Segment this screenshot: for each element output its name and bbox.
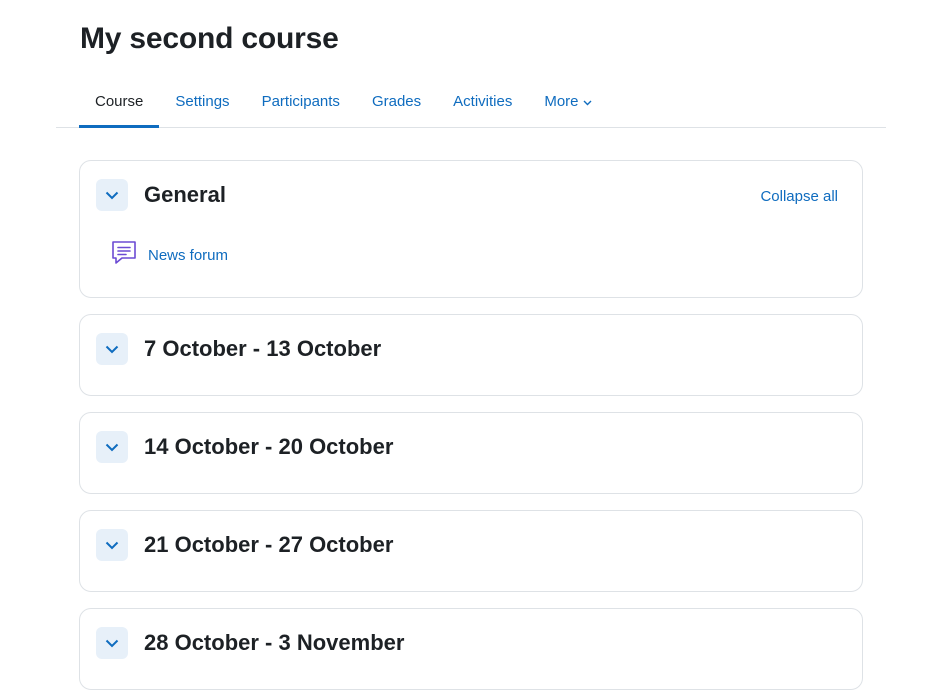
tab-participants[interactable]: Participants bbox=[246, 76, 356, 127]
section-collapse-toggle[interactable] bbox=[96, 529, 128, 561]
section-collapse-toggle[interactable] bbox=[96, 431, 128, 463]
tab-activities[interactable]: Activities bbox=[437, 76, 528, 127]
page-title: My second course bbox=[80, 22, 339, 55]
tab-grades[interactable]: Grades bbox=[356, 76, 437, 127]
chevron-down-icon bbox=[105, 541, 119, 549]
chevron-down-icon bbox=[583, 93, 592, 110]
tab-course[interactable]: Course bbox=[79, 76, 160, 128]
tab-more-label: More bbox=[544, 93, 579, 110]
activity-item[interactable]: News forum bbox=[110, 239, 228, 272]
section-collapse-toggle[interactable] bbox=[96, 627, 128, 659]
tab-grades-label: Grades bbox=[371, 93, 422, 110]
course-section-week: 14 October - 20 October bbox=[79, 412, 863, 494]
chevron-down-icon bbox=[105, 345, 119, 353]
tab-activities-label: Activities bbox=[453, 93, 513, 110]
section-collapse-toggle[interactable] bbox=[96, 333, 128, 365]
section-title[interactable]: General bbox=[144, 181, 226, 209]
section-title[interactable]: 28 October - 3 November bbox=[144, 629, 404, 657]
course-section-general: General Collapse all News forum bbox=[79, 160, 863, 298]
tab-more[interactable]: More bbox=[528, 76, 607, 127]
chevron-down-icon bbox=[105, 191, 119, 199]
course-secondary-nav: Course Settings Participants Grades Acti… bbox=[56, 76, 886, 128]
tab-settings-label: Settings bbox=[175, 93, 230, 110]
course-section-week: 7 October - 13 October bbox=[79, 314, 863, 396]
chevron-down-icon bbox=[105, 443, 119, 451]
tab-course-label: Course bbox=[95, 93, 144, 110]
collapse-all-link[interactable]: Collapse all bbox=[760, 188, 838, 205]
course-section-week: 21 October - 27 October bbox=[79, 510, 863, 592]
section-title[interactable]: 7 October - 13 October bbox=[144, 335, 381, 363]
course-section-week: 28 October - 3 November bbox=[79, 608, 863, 690]
section-collapse-toggle[interactable] bbox=[96, 179, 128, 211]
section-title[interactable]: 21 October - 27 October bbox=[144, 531, 393, 559]
tab-settings[interactable]: Settings bbox=[159, 76, 245, 127]
section-title[interactable]: 14 October - 20 October bbox=[144, 433, 393, 461]
forum-icon bbox=[110, 239, 138, 272]
chevron-down-icon bbox=[105, 639, 119, 647]
tab-participants-label: Participants bbox=[261, 93, 340, 110]
activity-link-news-forum[interactable]: News forum bbox=[148, 247, 228, 264]
